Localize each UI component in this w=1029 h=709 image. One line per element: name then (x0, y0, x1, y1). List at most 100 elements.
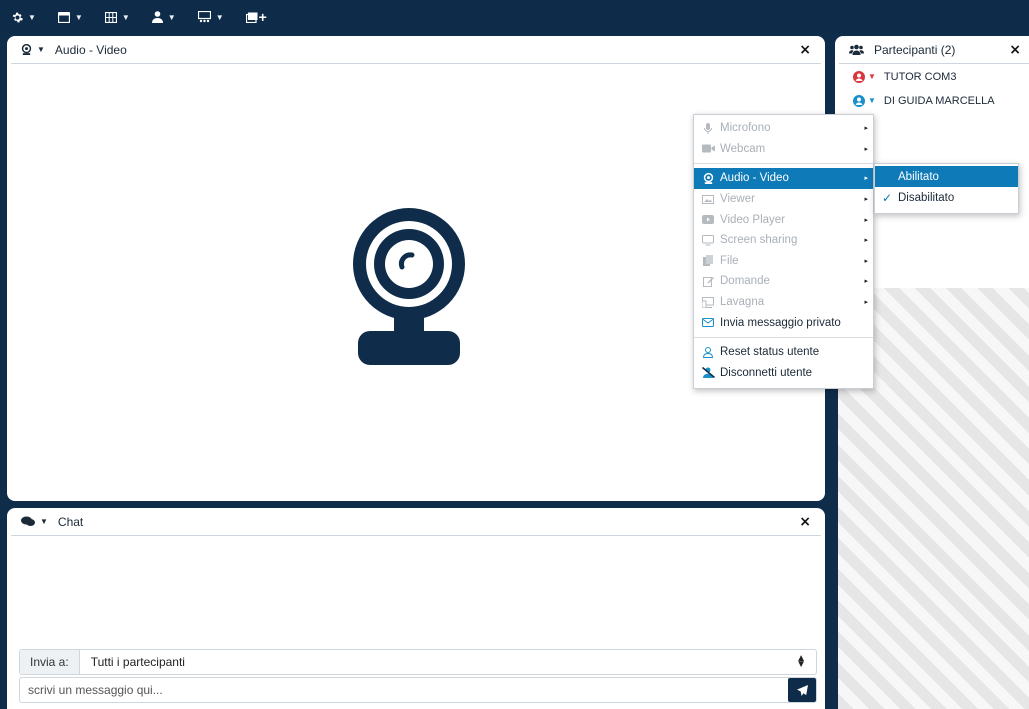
message-input[interactable] (20, 678, 788, 702)
recipient-select[interactable]: Invia a: Tutti i partecipanti ▲ ▼ (19, 649, 817, 675)
menu-item-file[interactable]: File ▸ (694, 251, 873, 272)
add-window-button[interactable]: + (245, 9, 267, 25)
monitor-icon (701, 234, 715, 246)
user-outline-icon (701, 346, 715, 358)
gear-icon (12, 12, 23, 23)
submenu-item-label: Abilitato (898, 170, 939, 183)
grid-layout-icon (104, 11, 117, 23)
whiteboard-icon (701, 296, 715, 308)
chevron-right-icon: ▸ (864, 216, 868, 224)
chevron-right-icon: ▸ (864, 278, 868, 286)
participant-row[interactable]: ▼ DI GUIDA MARCELLA (835, 90, 1029, 111)
submenu-item-label: Disabilitato (898, 191, 955, 204)
menu-item-disconnetti-utente[interactable]: Disconnetti utente (694, 363, 873, 384)
layout-menu-button[interactable]: ▼ (104, 11, 130, 23)
menu-item-label: Audio - Video (720, 172, 789, 185)
chevron-down-icon: ▼ (868, 96, 876, 105)
webcam-icon (21, 44, 32, 55)
menu-item-invia-messaggio-privato[interactable]: Invia messaggio privato (694, 312, 873, 333)
panel-title: Audio - Video (54, 42, 127, 57)
menu-item-webcam[interactable]: Webcam ▸ (694, 139, 873, 160)
participants-panel-header: Partecipanti (2) × (839, 36, 1029, 64)
message-field (19, 677, 817, 703)
user-icon (151, 11, 163, 23)
microphone-icon (701, 122, 715, 134)
close-icon[interactable]: × (799, 514, 811, 530)
video-icon (701, 215, 715, 225)
menu-item-label: Viewer (720, 193, 755, 206)
audio-video-panel-header: ▼ Audio - Video × (11, 36, 821, 64)
panel-title: Chat (57, 514, 84, 529)
presentation-menu-button[interactable]: ▼ (197, 11, 224, 23)
menu-item-audio-video[interactable]: Audio - Video ▸ (694, 168, 873, 189)
window-menu-button[interactable]: ▼ (57, 11, 83, 23)
webcam-placeholder-icon (350, 205, 468, 368)
menu-item-label: Microfono (720, 122, 771, 135)
send-button[interactable] (788, 678, 816, 702)
settings-menu-button[interactable]: ▼ (12, 12, 36, 23)
submenu-item-disabilitato[interactable]: ✓ Disabilitato (875, 187, 1018, 208)
menu-item-label: Webcam (720, 142, 766, 155)
audio-video-submenu: Abilitato ✓ Disabilitato (874, 163, 1019, 214)
menu-item-video-player[interactable]: Video Player ▸ (694, 209, 873, 230)
chat-panel-header: ▼ Chat × (11, 508, 821, 536)
menu-item-viewer[interactable]: Viewer ▸ (694, 189, 873, 210)
menu-item-screen-sharing[interactable]: Screen sharing ▸ (694, 230, 873, 251)
menu-item-label: Domande (720, 275, 770, 288)
menu-item-domande[interactable]: Domande ▸ (694, 271, 873, 292)
menu-item-microfono[interactable]: Microfono ▸ (694, 118, 873, 139)
chevron-down-icon: ▼ (28, 12, 36, 22)
menu-divider (694, 336, 873, 338)
close-icon[interactable]: × (799, 42, 811, 58)
menu-item-reset-status[interactable]: Reset status utente (694, 342, 873, 363)
webcam-icon (701, 172, 715, 184)
recipient-value[interactable]: Tutti i partecipanti (80, 655, 796, 669)
participant-row[interactable]: ▼ TUTOR COM3 (835, 66, 1029, 87)
presentation-icon (197, 11, 211, 23)
user-status-icon (853, 94, 865, 107)
chevron-right-icon: ▸ (864, 175, 868, 183)
camera-icon (701, 144, 715, 153)
image-icon (701, 194, 715, 204)
menu-divider (694, 163, 873, 165)
user-status-icon (853, 70, 865, 83)
panel-title: Partecipanti (2) (874, 42, 956, 57)
file-icon (701, 255, 715, 267)
chevron-right-icon: ▸ (864, 299, 868, 307)
chevron-right-icon: ▸ (864, 145, 868, 153)
top-toolbar: ▼ ▼ ▼ ▼ ▼ + (0, 0, 1029, 34)
submenu-item-abilitato[interactable]: Abilitato (875, 166, 1018, 187)
menu-item-label: Disconnetti utente (720, 366, 813, 379)
edit-icon (701, 276, 715, 287)
menu-item-label: Lavagna (720, 296, 765, 309)
paper-plane-icon (796, 684, 808, 696)
comments-icon (21, 516, 35, 526)
webcam-menu-button[interactable]: ▼ (21, 44, 45, 55)
chat-panel: ▼ Chat × Invia a: Tutti i partecipanti ▲… (7, 508, 825, 709)
chevron-right-icon: ▸ (864, 125, 868, 133)
chevron-down-icon: ▼ (215, 12, 224, 22)
menu-item-label: Screen sharing (720, 234, 798, 247)
check-icon: ✓ (882, 190, 893, 205)
user-slash-icon (701, 367, 715, 379)
chevron-right-icon: ▸ (864, 237, 868, 245)
chevron-down-icon: ▼ (40, 517, 48, 526)
participant-name: TUTOR COM3 (883, 70, 957, 83)
chevron-down-icon: ▼ (74, 12, 83, 22)
add-window-icon (245, 12, 258, 23)
menu-item-label: Invia messaggio privato (720, 316, 841, 329)
chevron-down-icon: ▼ (167, 12, 176, 22)
window-icon (57, 11, 70, 23)
chat-menu-button[interactable]: ▼ (21, 516, 48, 527)
user-menu-button[interactable]: ▼ (151, 11, 176, 23)
users-icon (849, 44, 864, 55)
participant-context-menu: Microfono ▸ Webcam ▸ Audio - Video ▸ Vie… (693, 114, 874, 389)
menu-item-label: File (720, 254, 739, 267)
menu-item-label: Reset status utente (720, 346, 820, 359)
menu-item-lavagna[interactable]: Lavagna ▸ (694, 292, 873, 313)
envelope-icon (701, 318, 715, 328)
close-icon[interactable]: × (1009, 42, 1021, 58)
recipient-label: Invia a: (20, 650, 80, 674)
chevron-down-icon: ▼ (37, 45, 45, 54)
participant-name: DI GUIDA MARCELLA (883, 94, 995, 107)
